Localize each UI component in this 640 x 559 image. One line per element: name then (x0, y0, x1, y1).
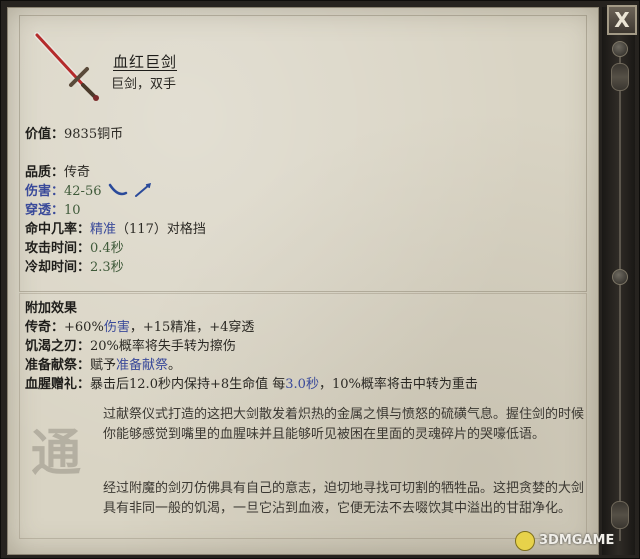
stat-val: 42-56 (64, 184, 102, 199)
rail-ornament (611, 501, 629, 529)
flavor-text-1: 过献祭仪式打造的这把大剑散发着炽热的金属之惧与愤怒的硫磺气息。握住剑的时候你能够… (103, 407, 585, 442)
stat-val: 9835铜币 (64, 127, 124, 142)
stat-val: （117）对格挡 (116, 222, 206, 237)
stat-label: 品质： (25, 165, 65, 180)
stat-label: 攻击时间： (25, 241, 91, 256)
greatsword-icon (31, 29, 101, 103)
rail-gem-ornament (612, 269, 628, 285)
watermark-glyph: 通 (31, 423, 81, 482)
effect-hungering-blade: 饥渴之刃：20%概率将失手转为擦伤 (25, 335, 236, 354)
effect-label: 传奇： (25, 320, 65, 335)
flavor-text-2: 经过附魔的剑刃仿佛具有自己的意志，迫切地寻找可切割的牺牲品。这把贪婪的大剑具有非… (103, 481, 585, 516)
stat-label: 命中几率： (25, 222, 91, 237)
stat-damage: 伤害：42-56 (25, 180, 152, 201)
site-logo: 3DMGAME (539, 533, 615, 548)
stat-label: 冷却时间： (25, 260, 91, 275)
accuracy-link[interactable]: 精准 (90, 222, 116, 237)
effect-text: 暴击后12.0秒内保持+8生命值 每 (90, 377, 286, 392)
effect-label: 饥渴之刃： (25, 339, 91, 354)
effects-title: 附加效果 (25, 301, 78, 316)
effect-label: 准备献祭： (25, 358, 91, 373)
effect-legendary: 传奇：+60%伤害，+15精准，+4穿透 (25, 316, 254, 335)
effect-text: 赋予 (90, 358, 117, 373)
slash-icon (108, 183, 128, 201)
site-logo-icon (515, 531, 535, 551)
effect-text: ，+15精准，+4穿透 (129, 320, 255, 335)
duration-link[interactable]: 3.0秒 (285, 377, 319, 392)
stat-val: 传奇 (64, 165, 91, 180)
effect-label: 血腥赠礼： (25, 377, 91, 392)
close-button[interactable]: X (607, 5, 637, 35)
effect-text: 20%概率将失手转为擦伤 (90, 339, 236, 354)
stat-cooldown: 冷却时间：2.3秒 (25, 256, 124, 275)
close-icon: X (614, 8, 630, 32)
item-name[interactable]: 血红巨剑 (113, 51, 177, 72)
stat-val: 10 (64, 203, 81, 218)
stat-value: 价值：9835铜币 (25, 123, 123, 142)
effect-prepared-sacrifice: 准备献祭：赋予准备献祭。 (25, 354, 181, 373)
tooltip-window: X 血红巨剑 巨剑，双手 价值：9835铜币 品质：传奇 伤害：42-56 穿透… (0, 0, 640, 559)
prepared-sacrifice-link[interactable]: 准备献祭 (116, 358, 168, 373)
stat-quality: 品质：传奇 (25, 161, 90, 180)
damage-link[interactable]: 伤害 (104, 320, 130, 335)
effect-text: ，10%概率将击中转为重击 (318, 377, 478, 392)
damage-link[interactable]: 伤害： (25, 184, 64, 199)
effect-text: +60% (64, 320, 104, 335)
stat-attack-time: 攻击时间：0.4秒 (25, 237, 124, 256)
penetration-link[interactable]: 穿透： (25, 203, 64, 218)
pierce-icon (134, 182, 152, 201)
stat-label: 价值： (25, 127, 65, 142)
effect-bloody-gift: 血腥赠礼：暴击后12.0秒内保持+8生命值 每3.0秒，10%概率将击中转为重击 (25, 373, 478, 392)
rail-ornament (611, 63, 629, 91)
rail-line (619, 41, 621, 541)
stat-penetration: 穿透：10 (25, 199, 81, 218)
stat-accuracy: 命中几率：精准（117）对格挡 (25, 218, 206, 237)
rail-gem-ornament (612, 41, 628, 57)
stat-val: 2.3秒 (90, 260, 124, 275)
stat-val: 0.4秒 (90, 241, 124, 256)
item-subtitle: 巨剑，双手 (111, 77, 177, 92)
effect-text: 。 (168, 358, 182, 373)
